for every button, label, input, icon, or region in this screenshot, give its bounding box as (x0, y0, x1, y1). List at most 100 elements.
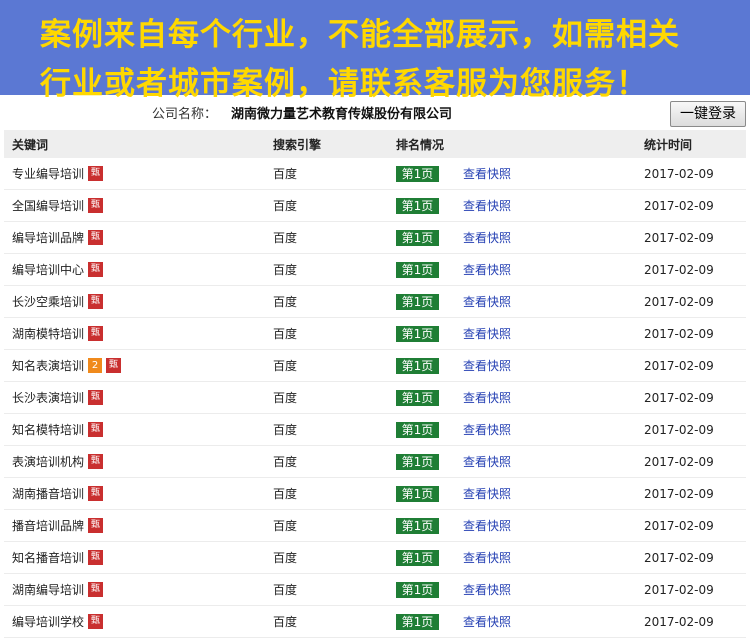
row-keyword-cell: 长沙空乘培训甄 (12, 286, 104, 317)
view-snapshot-link[interactable]: 查看快照 (463, 325, 511, 342)
rank-badge: 第1页 (396, 293, 439, 310)
snapshot-cell: 查看快照 (463, 286, 511, 317)
view-snapshot-link[interactable]: 查看快照 (463, 517, 511, 534)
snapshot-cell: 查看快照 (463, 382, 511, 413)
keyword-text: 编导培训品牌 (12, 231, 85, 245)
row-keyword-cell: 知名模特培训甄 (12, 414, 104, 445)
stat-date: 2017-02-09 (644, 294, 714, 309)
keyword-badge: 甄 (88, 518, 104, 533)
keyword-text: 湖南模特培训 (12, 327, 85, 341)
view-snapshot-link[interactable]: 查看快照 (463, 421, 511, 438)
view-snapshot-link[interactable]: 查看快照 (463, 197, 511, 214)
keyword-badge: 甄 (88, 262, 104, 277)
table-row: 知名播音培训甄 百度 第1页 查看快照 2017-02-09 (4, 542, 746, 574)
row-keyword-cell: 湖南编导培训甄 (12, 574, 104, 605)
rank-cell: 第1页 (396, 222, 439, 253)
snapshot-cell: 查看快照 (463, 574, 511, 605)
view-snapshot-link[interactable]: 查看快照 (463, 293, 511, 310)
promo-banner: 案例来自每个行业，不能全部展示，如需相关 行业或者城市案例，请联系客服为您服务！ (0, 0, 750, 102)
rank-cell: 第1页 (396, 414, 439, 445)
view-snapshot-link[interactable]: 查看快照 (463, 389, 511, 406)
snapshot-cell: 查看快照 (463, 478, 511, 509)
search-engine: 百度 (273, 359, 298, 373)
table-row: 长沙表演培训甄 百度 第1页 查看快照 2017-02-09 (4, 382, 746, 414)
banner-line-2: 行业或者城市案例，请联系客服为您服务！ (40, 66, 648, 102)
rank-cell: 第1页 (396, 254, 439, 285)
search-engine: 百度 (273, 615, 298, 629)
keyword-text: 长沙表演培训 (12, 391, 85, 405)
rank-badge: 第1页 (396, 453, 439, 470)
keyword-text: 湖南编导培训 (12, 583, 85, 597)
stat-date: 2017-02-09 (644, 614, 714, 629)
keyword-badge: 甄 (88, 582, 104, 597)
table-row: 编导培训学校甄 百度 第1页 查看快照 2017-02-09 (4, 606, 746, 638)
view-snapshot-link[interactable]: 查看快照 (463, 549, 511, 566)
rank-badge: 第1页 (396, 229, 439, 246)
search-engine: 百度 (273, 199, 298, 213)
row-keyword-cell: 播音培训品牌甄 (12, 510, 104, 541)
stat-date: 2017-02-09 (644, 518, 714, 533)
search-engine: 百度 (273, 263, 298, 277)
count-badge: 2 (88, 358, 103, 373)
view-snapshot-link[interactable]: 查看快照 (463, 261, 511, 278)
snapshot-cell: 查看快照 (463, 190, 511, 221)
table-row: 湖南编导培训甄 百度 第1页 查看快照 2017-02-09 (4, 574, 746, 606)
search-engine: 百度 (273, 519, 298, 533)
company-label: 公司名称： (152, 107, 218, 122)
row-keyword-cell: 编导培训中心甄 (12, 254, 104, 285)
table-row: 播音培训品牌甄 百度 第1页 查看快照 2017-02-09 (4, 510, 746, 542)
row-keyword-cell: 表演培训机构甄 (12, 446, 104, 477)
stat-date: 2017-02-09 (644, 358, 714, 373)
keyword-text: 长沙空乘培训 (12, 295, 85, 309)
header-date: 统计时间 (644, 137, 693, 152)
view-snapshot-link[interactable]: 查看快照 (463, 165, 511, 182)
view-snapshot-link[interactable]: 查看快照 (463, 453, 511, 470)
rank-badge: 第1页 (396, 549, 439, 566)
stat-date: 2017-02-09 (644, 166, 714, 181)
rank-cell: 第1页 (396, 606, 439, 637)
stat-date: 2017-02-09 (644, 230, 714, 245)
table-row: 全国编导培训甄 百度 第1页 查看快照 2017-02-09 (4, 190, 746, 222)
keyword-text: 专业编导培训 (12, 167, 85, 181)
row-keyword-cell: 全国编导培训甄 (12, 190, 104, 221)
snapshot-cell: 查看快照 (463, 222, 511, 253)
keyword-text: 知名播音培训 (12, 551, 85, 565)
row-keyword-cell: 编导培训学校甄 (12, 606, 104, 637)
table-header: 关键词 搜索引擎 排名情况 统计时间 (4, 130, 746, 158)
rank-cell: 第1页 (396, 542, 439, 573)
table-row: 编导培训中心甄 百度 第1页 查看快照 2017-02-09 (4, 254, 746, 286)
search-engine: 百度 (273, 455, 298, 469)
row-keyword-cell: 湖南播音培训甄 (12, 478, 104, 509)
snapshot-cell: 查看快照 (463, 446, 511, 477)
keyword-badge: 甄 (88, 454, 104, 469)
view-snapshot-link[interactable]: 查看快照 (463, 613, 511, 630)
snapshot-cell: 查看快照 (463, 350, 511, 381)
view-snapshot-link[interactable]: 查看快照 (463, 485, 511, 502)
search-engine: 百度 (273, 231, 298, 245)
rank-cell: 第1页 (396, 446, 439, 477)
one-click-login-button[interactable]: 一键登录 (670, 101, 746, 127)
search-engine: 百度 (273, 295, 298, 309)
row-keyword-cell: 专业编导培训甄 (12, 158, 104, 189)
view-snapshot-link[interactable]: 查看快照 (463, 581, 511, 598)
row-keyword-cell: 长沙表演培训甄 (12, 382, 104, 413)
table-row: 专业编导培训甄 百度 第1页 查看快照 2017-02-09 (4, 158, 746, 190)
snapshot-cell: 查看快照 (463, 606, 511, 637)
rank-cell: 第1页 (396, 382, 439, 413)
search-engine: 百度 (273, 583, 298, 597)
keyword-badge: 甄 (88, 550, 104, 565)
keyword-text: 编导培训中心 (12, 263, 85, 277)
header-keyword: 关键词 (12, 137, 49, 152)
stat-date: 2017-02-09 (644, 550, 714, 565)
rank-badge: 第1页 (396, 197, 439, 214)
table-row: 长沙空乘培训甄 百度 第1页 查看快照 2017-02-09 (4, 286, 746, 318)
view-snapshot-link[interactable]: 查看快照 (463, 229, 511, 246)
stat-date: 2017-02-09 (644, 326, 714, 341)
keyword-badge: 甄 (88, 326, 104, 341)
search-engine: 百度 (273, 327, 298, 341)
keyword-text: 湖南播音培训 (12, 487, 85, 501)
keyword-text: 播音培训品牌 (12, 519, 85, 533)
row-keyword-cell: 湖南模特培训甄 (12, 318, 104, 349)
snapshot-cell: 查看快照 (463, 158, 511, 189)
view-snapshot-link[interactable]: 查看快照 (463, 357, 511, 374)
